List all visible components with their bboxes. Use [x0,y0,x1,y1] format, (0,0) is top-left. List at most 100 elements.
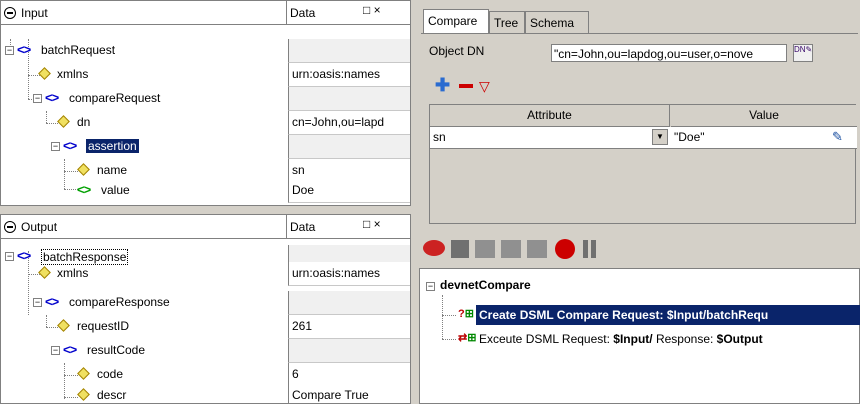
step-into-icon[interactable] [475,240,495,258]
output-panel: Output Data □ × − <> batchResponse xmlns… [0,214,411,404]
flow-item[interactable]: Exceute DSML Request: $Input/ Response: … [476,329,860,349]
flow-tree: − devnetCompare ?⊞ Create DSML Compare R… [419,268,860,404]
tab-compare[interactable]: Compare [423,9,489,34]
tree-node-label: batchRequest [41,43,116,57]
data-cell[interactable]: Doe [288,179,410,203]
element-tag-icon: <> [45,294,59,309]
attribute-icon [77,163,90,176]
flow-panel: − devnetCompare ?⊞ Create DSML Compare R… [419,234,860,404]
step-out-icon[interactable] [527,240,547,258]
attribute-icon [38,67,51,80]
data-cell[interactable] [288,135,410,159]
attribute-icon [38,266,51,279]
tab-body: Object DN "cn=John,ou=lapdog,ou=user,o=n… [421,33,858,224]
edit-icon[interactable]: ✎ [832,129,843,145]
data-cell[interactable] [288,339,410,363]
data-column-header: Data [290,6,316,20]
tree-row[interactable]: xmlns urn:oasis:names [1,262,410,286]
element-tag-icon: <> [17,248,31,263]
filter-icon[interactable]: ▽ [479,78,490,95]
input-title: Input [21,6,48,20]
element-tag-icon: <> [63,138,77,153]
add-icon[interactable]: ✚ [435,76,450,94]
dn-browse-icon[interactable]: DN✎ [793,44,813,62]
run-icon[interactable] [423,240,445,256]
data-cell[interactable] [288,39,410,63]
collapse-toggle-icon[interactable]: − [426,282,435,291]
attribute-icon [77,388,90,401]
flow-item-selected[interactable]: Create DSML Compare Request: $Input/batc… [476,305,860,325]
tab-schema[interactable]: Schema [525,11,589,33]
tree-node-label: xmlns [57,67,89,81]
input-panel: Input Data □ × − <> batchRequest xmlns u… [0,0,411,206]
collapse-icon[interactable] [4,7,16,19]
element-tag-icon: <> [17,42,31,57]
data-cell[interactable] [288,87,410,111]
tree-row[interactable]: − <> compareRequest [1,87,410,111]
stop-icon[interactable] [451,240,469,258]
collapse-toggle-icon[interactable]: − [5,46,14,55]
pause-icon[interactable] [583,240,588,258]
attribute-column-header[interactable]: Attribute [430,105,670,127]
tree-node-label: value [101,183,130,197]
data-cell[interactable]: cn=John,ou=lapd [288,111,410,135]
tree-row[interactable]: − <> assertion [1,135,410,159]
collapse-toggle-icon[interactable]: − [51,346,60,355]
tree-node-label-selected: assertion [86,139,139,153]
data-cell[interactable]: 261 [288,315,410,339]
object-dn-field[interactable]: "cn=John,ou=lapdog,ou=user,o=nove [551,44,787,62]
element-tag-icon: <> [45,90,59,105]
collapse-toggle-icon[interactable]: − [33,94,42,103]
attribute-icon [57,115,70,128]
attribute-table: Attribute Value sn ▼ "Doe" ✎ [429,104,857,224]
window-controls-icon[interactable]: □ × [363,3,381,17]
collapse-toggle-icon[interactable]: − [33,298,42,307]
collapse-icon[interactable] [4,221,16,233]
value-column-header[interactable]: Value [671,105,857,127]
element-tag-icon: <> [77,182,91,197]
tree-node-label: dn [77,115,91,129]
attribute-icon [77,367,90,380]
data-column-header: Data [290,220,316,234]
input-panel-header: Input Data □ × [1,1,410,25]
tree-row[interactable]: − <> compareResponse [1,291,410,315]
value-cell[interactable]: "Doe" [674,130,705,144]
tree-row[interactable]: <> value Doe [1,179,410,203]
collapse-toggle-icon[interactable]: − [5,252,14,261]
tree-node-label: compareRequest [69,91,161,105]
tree-row[interactable]: requestID 261 [1,315,410,339]
object-dn-label: Object DN [429,44,485,58]
output-panel-header: Output Data □ × [1,215,410,239]
tree-row[interactable]: − <> resultCode [1,339,410,363]
tree-row[interactable]: − <> batchRequest [1,39,410,63]
attribute-cell[interactable]: sn [433,130,446,144]
tree-node-label: code [97,367,124,381]
element-tag-icon: <> [63,342,77,357]
tab-tree[interactable]: Tree [489,11,525,33]
tree-node-label: name [97,163,128,177]
collapse-toggle-icon[interactable]: − [51,142,60,151]
tree-row[interactable]: xmlns urn:oasis:names [1,63,410,87]
remove-icon[interactable] [459,84,473,88]
data-cell[interactable]: urn:oasis:names [288,262,410,286]
data-cell[interactable] [288,291,410,315]
output-title: Output [21,220,58,234]
tree-row[interactable]: dn cn=John,ou=lapd [1,111,410,135]
tree-node-label: compareResponse [69,295,170,309]
window-controls-icon[interactable]: □ × [363,217,381,231]
compare-panel: Compare Tree Schema Object DN "cn=John,o… [419,0,860,226]
tree-row[interactable]: descr Compare True [1,384,410,403]
dropdown-arrow-icon[interactable]: ▼ [652,129,668,145]
step-over-icon[interactable] [501,240,521,258]
tree-node-label: descr [97,388,127,402]
table-row[interactable]: sn ▼ "Doe" ✎ [430,127,857,149]
tree-node-label: resultCode [87,343,146,357]
create-request-icon: ?⊞ [458,308,474,320]
flow-root-label[interactable]: devnetCompare [440,278,531,292]
data-cell[interactable]: Compare True [288,384,410,403]
record-icon[interactable] [555,239,575,259]
attribute-icon [57,319,70,332]
execute-request-icon: ⇄⊞ [458,332,477,344]
tree-node-label: xmlns [57,266,89,280]
data-cell[interactable]: urn:oasis:names [288,63,410,87]
